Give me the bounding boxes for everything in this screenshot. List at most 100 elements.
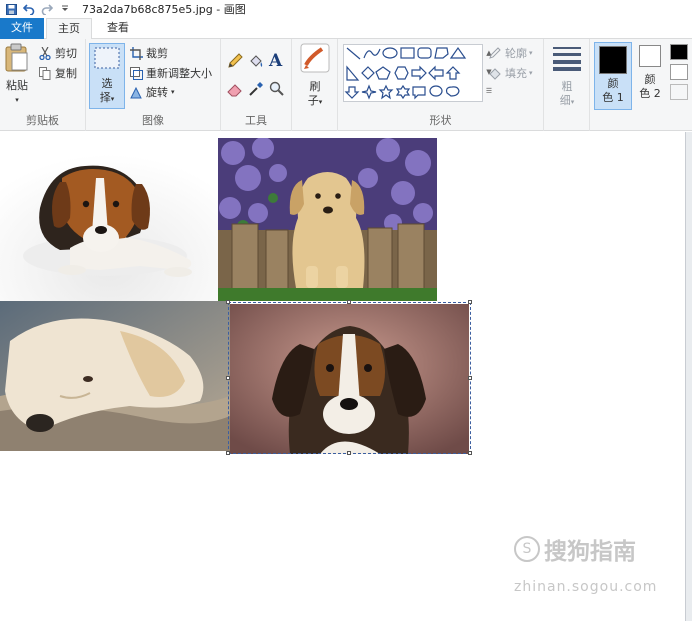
shapes-gallery-icons <box>344 46 467 100</box>
fill-dropdown-icon[interactable]: ▾ <box>529 69 533 77</box>
paste-button[interactable]: 粘贴 ▾ <box>2 43 32 107</box>
select-label-1: 选 <box>101 77 113 90</box>
selection-rectangle[interactable] <box>228 302 471 454</box>
palette-color-white[interactable] <box>670 64 688 80</box>
color1-swatch <box>599 46 627 74</box>
line-width-icon <box>552 45 582 75</box>
copy-icon <box>38 66 52 80</box>
fill-label: 填充 <box>505 67 527 80</box>
rotate-button[interactable]: 旋转 ▾ <box>129 84 175 100</box>
watermark-url: zhinan.sogou.com <box>514 579 658 595</box>
shapes-expand-icon[interactable]: ☰ <box>486 87 492 95</box>
fill-bucket-icon[interactable] <box>248 53 264 69</box>
magnifier-icon[interactable] <box>269 81 285 97</box>
selection-handle-bottom-left[interactable] <box>226 451 230 455</box>
tab-view[interactable]: 查看 <box>96 18 140 39</box>
color2-label-1: 颜 <box>644 73 656 86</box>
selection-handle-top-left[interactable] <box>226 300 230 304</box>
selection-handle-top-right[interactable] <box>468 300 472 304</box>
group-brushes: 刷 子▾ <box>292 39 338 131</box>
color1-button[interactable]: 颜 色 1 <box>594 42 632 110</box>
rotate-label: 旋转 <box>146 86 168 99</box>
rotate-dropdown-icon[interactable]: ▾ <box>171 88 175 96</box>
outline-pen-icon <box>488 46 502 60</box>
watermark-logo-icon: S <box>514 536 540 562</box>
size-label-1: 粗 <box>561 80 573 93</box>
selection-handle-mid-right[interactable] <box>468 376 472 380</box>
group-colors: 颜 色 1 颜 色 2 <box>590 39 692 131</box>
select-label-2: 择▾ <box>100 91 115 106</box>
crop-button[interactable]: 裁剪 <box>129 45 168 61</box>
color2-button[interactable]: 颜 色 2 <box>635 45 665 101</box>
color2-label-2: 色 2 <box>639 87 661 100</box>
crop-icon <box>129 46 143 60</box>
tab-file[interactable]: 文件 <box>0 18 44 39</box>
ribbon-tabs: 文件 主页 查看 <box>0 18 692 40</box>
workspace: S 搜狗指南 zhinan.sogou.com <box>0 132 692 621</box>
photo-beagle-lying-art <box>0 138 218 301</box>
group-label-image: 图像 <box>142 114 164 127</box>
crop-label: 裁剪 <box>146 47 168 60</box>
palette-color-empty[interactable] <box>670 84 688 100</box>
select-rectangle-icon <box>94 47 120 73</box>
fill-button[interactable]: 填充 ▾ <box>488 65 533 81</box>
color1-label-1: 颜 <box>607 77 619 90</box>
size-label-2-text: 细 <box>559 94 571 107</box>
shapes-gallery[interactable] <box>343 44 483 102</box>
window-title: 73a2da7b68c875e5.jpg - 画图 <box>82 3 246 16</box>
resize-button[interactable]: 重新调整大小 <box>129 65 212 81</box>
selection-handle-bottom-mid[interactable] <box>347 451 351 455</box>
copy-label: 复制 <box>55 67 77 80</box>
group-tools: A 工具 <box>221 39 292 131</box>
copy-button[interactable]: 复制 <box>38 65 77 81</box>
photo-beagle-lying <box>0 138 218 301</box>
drawing-canvas[interactable]: S 搜狗指南 zhinan.sogou.com <box>0 132 686 621</box>
color1-label-2: 色 1 <box>602 91 624 104</box>
vertical-scrollbar[interactable] <box>686 132 692 621</box>
color2-swatch <box>639 45 661 67</box>
group-label-clipboard: 剪贴板 <box>26 114 59 127</box>
select-button[interactable]: 选 择▾ <box>89 43 125 109</box>
size-dropdown-icon[interactable]: ▾ <box>571 98 575 106</box>
select-dropdown-icon[interactable]: ▾ <box>111 95 115 103</box>
size-label-2: 细▾ <box>560 94 575 109</box>
outline-label: 轮廓 <box>505 47 527 60</box>
text-tool-icon[interactable]: A <box>269 51 282 71</box>
tab-home[interactable]: 主页 <box>46 18 92 40</box>
redo-icon[interactable] <box>40 2 54 16</box>
selection-handle-top-mid[interactable] <box>347 300 351 304</box>
outline-dropdown-icon[interactable]: ▾ <box>529 49 533 57</box>
paste-label: 粘贴 <box>6 79 28 92</box>
selection-handle-bottom-right[interactable] <box>468 451 472 455</box>
rotate-icon <box>129 85 143 99</box>
size-button[interactable]: 粗 细▾ <box>550 45 584 109</box>
brushes-label-2-text: 子 <box>307 94 319 107</box>
palette-color-black[interactable] <box>670 44 688 60</box>
paste-dropdown-icon[interactable]: ▾ <box>15 93 19 107</box>
group-image: 选 择▾ 裁剪 重新调整大小 旋转 ▾ 图像 <box>86 39 221 131</box>
outline-button[interactable]: 轮廓 ▾ <box>488 45 533 61</box>
brush-icon <box>300 43 330 77</box>
select-label-2-text: 择 <box>99 91 111 104</box>
paste-icon <box>4 43 30 77</box>
fill-icon <box>488 66 502 80</box>
color-picker-icon[interactable] <box>248 81 264 97</box>
brushes-label-2: 子▾ <box>308 94 323 109</box>
selection-handle-mid-left[interactable] <box>226 376 230 380</box>
brushes-button[interactable]: 刷 子▾ <box>298 43 332 109</box>
pencil-icon[interactable] <box>227 53 243 69</box>
resize-icon <box>129 66 143 80</box>
photo-golden-puppy-flowers <box>218 138 437 301</box>
resize-label: 重新调整大小 <box>146 67 212 80</box>
undo-icon[interactable] <box>22 2 36 16</box>
eraser-icon[interactable] <box>227 81 243 97</box>
save-icon[interactable] <box>4 2 18 16</box>
group-label-shapes: 形状 <box>429 114 452 127</box>
watermark-logo: S 搜狗指南 <box>514 532 636 566</box>
cut-button[interactable]: 剪切 <box>38 45 77 61</box>
brushes-label-1: 刷 <box>309 80 321 93</box>
ribbon: 粘贴 ▾ 剪切 复制 剪贴板 选 择▾ 裁剪 重新调整大小 旋转 ▾ 图像 A … <box>0 39 692 131</box>
customize-quick-access-icon[interactable] <box>58 2 72 16</box>
group-size: 粗 细▾ <box>544 39 590 131</box>
brushes-dropdown-icon[interactable]: ▾ <box>319 98 323 106</box>
